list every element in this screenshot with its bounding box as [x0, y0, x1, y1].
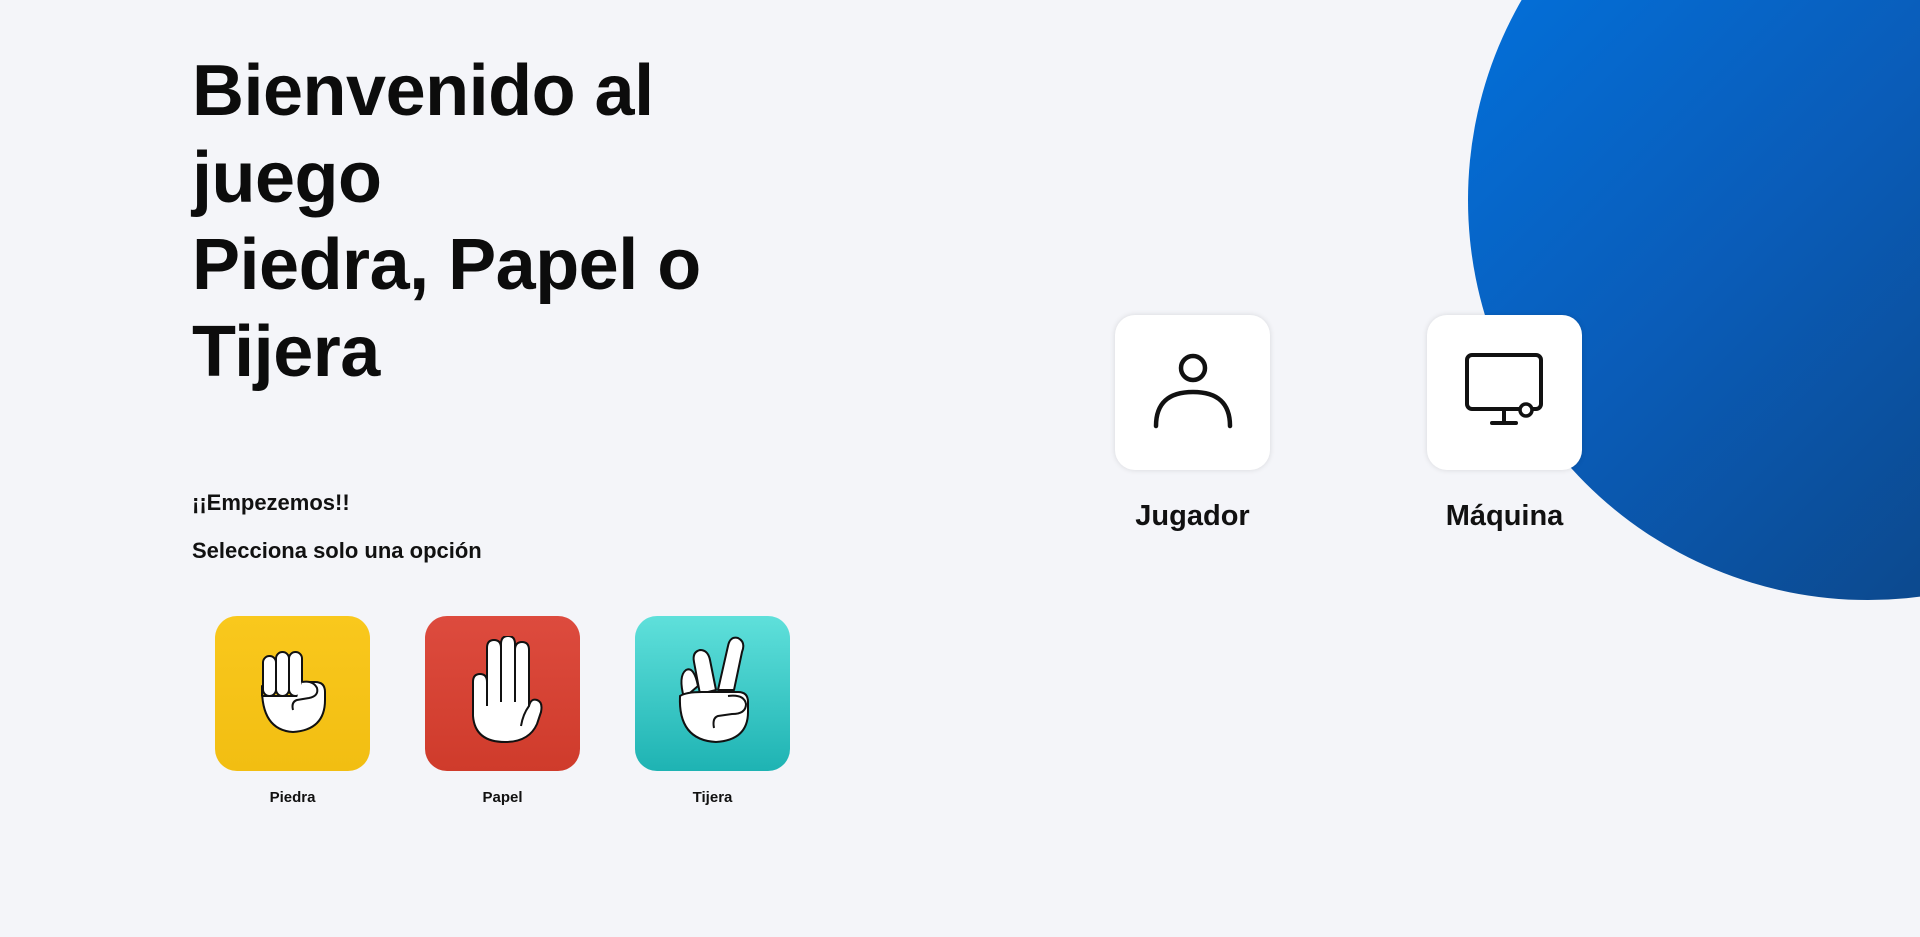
title-line-2: Piedra, Papel o — [192, 225, 701, 305]
choice-scissors-tile[interactable] — [635, 616, 790, 771]
player-human: Jugador — [1115, 315, 1270, 533]
choice-paper-tile[interactable] — [425, 616, 580, 771]
choice-options: Piedra Papel Tijera — [215, 616, 790, 806]
choice-paper[interactable]: Papel — [425, 616, 580, 806]
rock-hand-icon — [253, 646, 333, 741]
choice-rock[interactable]: Piedra — [215, 616, 370, 806]
page-title: Bienvenido al juego Piedra, Papel o Tije… — [192, 48, 752, 396]
choice-scissors[interactable]: Tijera — [635, 616, 790, 806]
choice-rock-tile[interactable] — [215, 616, 370, 771]
player-machine-tile — [1427, 315, 1582, 470]
player-machine: Máquina — [1427, 315, 1582, 533]
choice-paper-label: Papel — [482, 789, 523, 806]
computer-icon — [1464, 352, 1546, 433]
player-machine-label: Máquina — [1445, 500, 1564, 532]
players-panel: Jugador Máquina — [1115, 315, 1582, 533]
user-icon — [1153, 350, 1233, 435]
player-human-tile — [1115, 315, 1270, 470]
intro-text: ¡¡Empezemos!! — [192, 490, 350, 515]
scissors-hand-icon — [672, 636, 754, 751]
game-page: Bienvenido al juego Piedra, Papel o Tije… — [0, 0, 1920, 937]
instruction-text: Selecciona solo una opción — [192, 538, 482, 563]
paper-hand-icon — [463, 635, 543, 751]
choice-rock-label: Piedra — [269, 789, 316, 806]
title-line-3: Tijera — [192, 312, 380, 392]
choice-scissors-label: Tijera — [692, 789, 733, 806]
title-line-1: Bienvenido al juego — [192, 51, 654, 218]
player-human-label: Jugador — [1135, 500, 1250, 532]
